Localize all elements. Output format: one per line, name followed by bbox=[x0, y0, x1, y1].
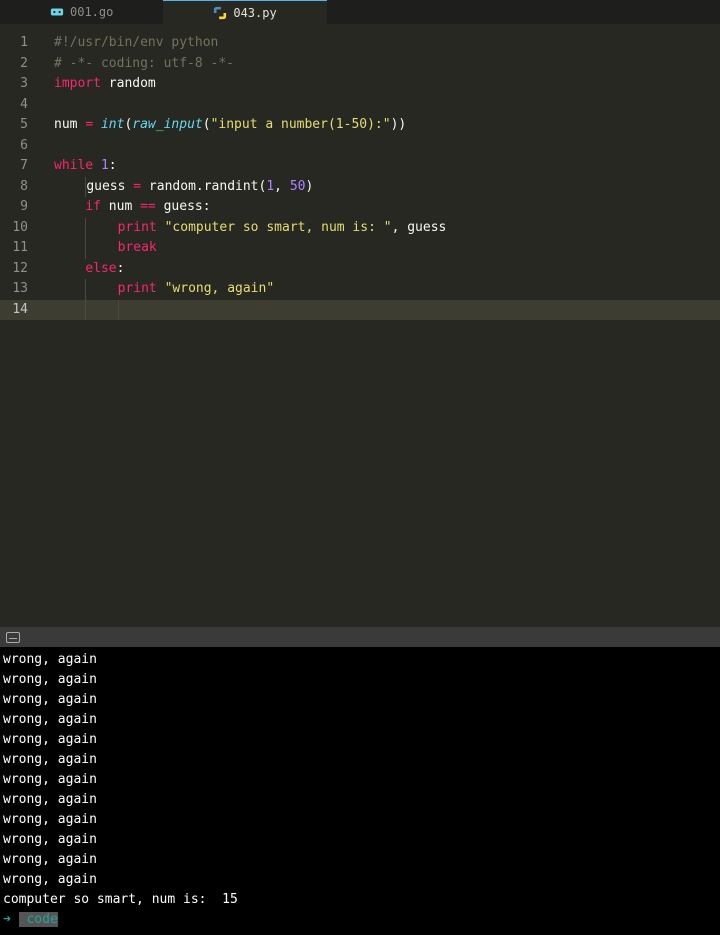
terminal-output[interactable]: wrong, again wrong, again wrong, again w… bbox=[0, 647, 720, 935]
line-number: 13 bbox=[0, 279, 42, 300]
code-area[interactable]: #!/usr/bin/env python# -*- coding: utf-8… bbox=[42, 24, 720, 627]
line-number: 5 bbox=[0, 115, 42, 136]
terminal-toolbar bbox=[0, 627, 720, 647]
tab-label: 043.py bbox=[233, 6, 276, 20]
tab-001-go[interactable]: 001.go bbox=[0, 0, 163, 24]
tab-043-py[interactable]: 043.py bbox=[163, 0, 326, 24]
code-line[interactable] bbox=[42, 300, 720, 321]
line-number: 8 bbox=[0, 177, 42, 198]
go-icon bbox=[50, 5, 64, 19]
code-line[interactable]: print "computer so smart, num is: ", gue… bbox=[54, 218, 720, 239]
line-number: 10 bbox=[0, 218, 42, 239]
line-number: 14 bbox=[0, 300, 42, 321]
python-icon bbox=[213, 6, 227, 20]
code-line[interactable] bbox=[54, 136, 720, 157]
line-number: 12 bbox=[0, 259, 42, 280]
code-line[interactable]: while 1: bbox=[54, 156, 720, 177]
line-number: 11 bbox=[0, 238, 42, 259]
tab-label: 001.go bbox=[70, 5, 113, 19]
code-line[interactable]: import random bbox=[54, 74, 720, 95]
code-line[interactable]: guess = random.randint(1, 50) bbox=[54, 177, 720, 198]
line-number: 6 bbox=[0, 136, 42, 157]
line-number: 2 bbox=[0, 54, 42, 75]
line-number: 1 bbox=[0, 33, 42, 54]
code-line[interactable]: else: bbox=[54, 259, 720, 280]
code-line[interactable]: num = int(raw_input("input a number(1-50… bbox=[54, 115, 720, 136]
line-number: 9 bbox=[0, 197, 42, 218]
code-line[interactable]: # -*- coding: utf-8 -*- bbox=[54, 54, 720, 75]
tab-bar: 001.go 043.py bbox=[0, 0, 720, 24]
editor[interactable]: 1234567891011121314 #!/usr/bin/env pytho… bbox=[0, 24, 720, 627]
code-line[interactable]: if num == guess: bbox=[54, 197, 720, 218]
line-number: 7 bbox=[0, 156, 42, 177]
line-number: 4 bbox=[0, 95, 42, 116]
line-number: 3 bbox=[0, 74, 42, 95]
terminal-icon bbox=[6, 632, 20, 643]
code-line[interactable]: break bbox=[54, 238, 720, 259]
code-line[interactable] bbox=[54, 95, 720, 116]
line-number-gutter: 1234567891011121314 bbox=[0, 24, 42, 627]
code-line[interactable]: #!/usr/bin/env python bbox=[54, 33, 720, 54]
code-line[interactable]: print "wrong, again" bbox=[54, 279, 720, 300]
